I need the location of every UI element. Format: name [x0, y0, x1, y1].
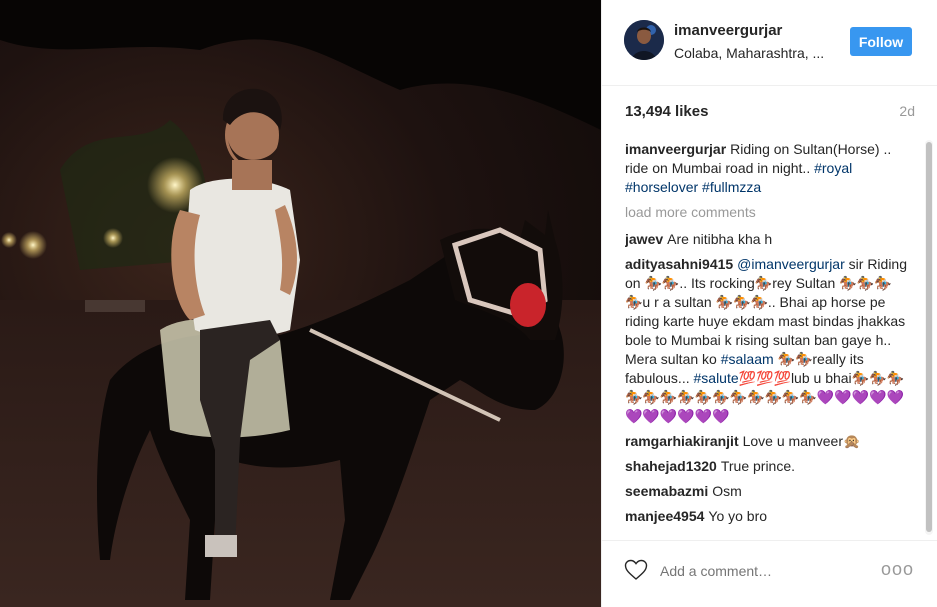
post-time[interactable]: 2d — [899, 103, 915, 119]
comment-text: Are nitibha kha h — [667, 231, 773, 247]
comment: adityasahni9415 @imanveergurjar sir Ridin… — [625, 255, 908, 426]
heart-icon[interactable] — [624, 559, 648, 581]
mention-link[interactable]: @imanveergurjar — [737, 256, 845, 272]
add-comment-input[interactable] — [660, 561, 860, 581]
post-username[interactable]: imanveergurjar — [674, 22, 782, 39]
comment-username[interactable]: shahejad1320 — [625, 458, 717, 474]
comment-username[interactable]: seemabazmi — [625, 483, 708, 499]
post-details-panel: imanveergurjar Colaba, Maharashtra, ... … — [601, 0, 937, 607]
avatar[interactable] — [624, 20, 664, 60]
hashtag[interactable]: #fullmzza — [702, 179, 761, 195]
comment-text: Yo yo bro — [708, 508, 768, 524]
hashtag[interactable]: #salute — [694, 370, 739, 386]
comments-list: imanveergurjar Riding on Sultan(Horse) ..… — [625, 140, 908, 535]
load-more-comments[interactable]: load more comments — [625, 203, 908, 222]
comment: ramgarhiakiranjit Love u manveer🙊 — [625, 432, 908, 451]
post-photo[interactable] — [0, 0, 601, 607]
likes-count[interactable]: 13,494 likes — [625, 103, 708, 120]
follow-button[interactable]: Follow — [850, 27, 912, 56]
comment: shahejad1320 True prince. — [625, 457, 908, 476]
add-comment-row: ooo — [602, 540, 937, 607]
horse-rider-photo — [0, 0, 601, 607]
comment-username[interactable]: jawev — [625, 231, 663, 247]
more-options-icon[interactable]: ooo — [881, 559, 914, 580]
scrollbar-thumb[interactable] — [926, 142, 932, 532]
hashtag[interactable]: #salaam — [721, 351, 774, 367]
comments-scrollbar[interactable] — [925, 140, 933, 535]
post-location[interactable]: Colaba, Maharashtra, ... — [674, 45, 834, 61]
comment: jawev Are nitibha kha h — [625, 230, 908, 249]
post-header: imanveergurjar Colaba, Maharashtra, ... … — [602, 0, 937, 86]
comment-username[interactable]: adityasahni9415 — [625, 256, 733, 272]
likes-row: 13,494 likes 2d — [625, 103, 915, 123]
comment: seemabazmi Osm — [625, 482, 908, 501]
comment: manjee4954 Yo yo bro — [625, 507, 908, 526]
caption: imanveergurjar Riding on Sultan(Horse) ..… — [625, 140, 908, 197]
comment-username[interactable]: manjee4954 — [625, 508, 704, 524]
comment-text: Love u manveer🙊 — [742, 433, 861, 449]
hashtag[interactable]: #royal — [814, 160, 852, 176]
profile-picture — [624, 20, 664, 60]
comment-text: Osm — [712, 483, 742, 499]
hashtag[interactable]: #horselover — [625, 179, 698, 195]
caption-username[interactable]: imanveergurjar — [625, 141, 726, 157]
comment-text: True prince. — [720, 458, 796, 474]
comment-username[interactable]: ramgarhiakiranjit — [625, 433, 739, 449]
